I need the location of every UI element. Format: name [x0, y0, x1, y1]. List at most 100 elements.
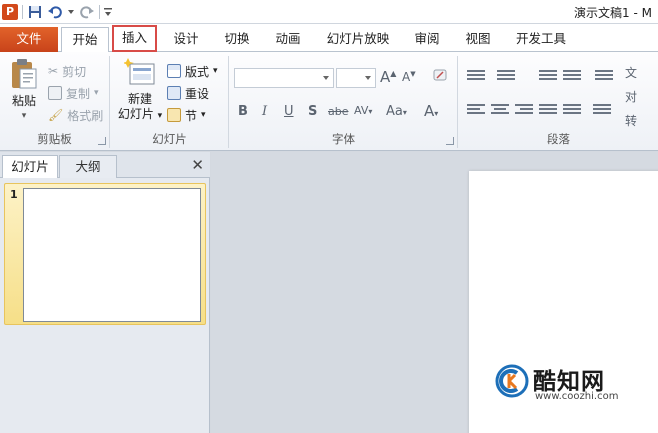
align-right-icon[interactable]: [515, 104, 533, 118]
reset-icon: [167, 86, 181, 100]
reset-label: 重设: [185, 86, 210, 101]
slides-pane-tabs: 幻灯片 大纲 ✕: [0, 152, 210, 178]
ribbon: 粘贴 ▾ ✂ 剪切 复制 ▾ 🖌 格式刷 剪贴板 新建 幻灯片 ▾ 版式 ▾ 重…: [0, 52, 658, 151]
slide-thumbnail-selected[interactable]: 1: [4, 183, 206, 325]
layout-button[interactable]: 版式 ▾: [167, 62, 218, 80]
customize-qat-icon[interactable]: [104, 4, 112, 20]
tab-view[interactable]: 视图: [456, 27, 500, 52]
cut-button[interactable]: ✂ 剪切: [48, 62, 86, 80]
font-family-combo[interactable]: [234, 68, 334, 88]
numbering-icon[interactable]: [497, 70, 515, 84]
document-title: 演示文稿1 - M: [574, 6, 652, 20]
decrease-indent-icon[interactable]: [539, 70, 557, 84]
align-center-icon[interactable]: [491, 104, 509, 118]
new-slide-label-1: 新建: [127, 92, 152, 106]
coozhi-logo-icon: [495, 364, 529, 398]
distributed-icon[interactable]: [563, 104, 581, 118]
bullets-icon[interactable]: [467, 70, 485, 84]
copy-label: 复制: [66, 86, 91, 101]
watermark: 酷知网 www.coozhi.com: [495, 360, 655, 410]
save-icon[interactable]: [27, 4, 43, 20]
font-launcher-icon[interactable]: [446, 137, 454, 145]
new-slide-label-2: 幻灯片 ▾: [117, 107, 163, 121]
text-direction-button[interactable]: 文: [625, 64, 637, 81]
tab-insert[interactable]: 插入: [112, 25, 157, 52]
chevron-down-icon: [365, 76, 371, 80]
layout-icon: [167, 64, 181, 78]
tab-design[interactable]: 设计: [164, 27, 208, 52]
scissors-icon: ✂: [48, 64, 59, 78]
slides-pane: 幻灯片 大纲 ✕ 1: [0, 152, 210, 433]
section-icon: [167, 108, 181, 122]
ribbon-tabs: 文件 开始 插入 设计 切换 动画 幻灯片放映 审阅 视图 开发工具: [0, 24, 658, 53]
title-bar: P 演示文稿1 - M: [0, 0, 658, 24]
quick-access-toolbar: P: [2, 2, 112, 22]
align-left-icon[interactable]: [467, 104, 485, 118]
paste-icon: [12, 59, 37, 89]
cut-label: 剪切: [62, 64, 87, 79]
layout-label: 版式: [185, 64, 210, 79]
tab-home[interactable]: 开始: [61, 27, 109, 53]
paste-dropdown-icon[interactable]: ▾: [6, 109, 42, 124]
format-painter-label: 格式刷: [67, 108, 104, 123]
group-paragraph: 文 对 转 段落: [459, 56, 658, 148]
tab-outline[interactable]: 大纲: [59, 155, 117, 178]
chevron-down-icon: [323, 76, 329, 80]
group-font: A▲ A▼ B I U S abe AV▾ Aa▾ A▾ 字体: [230, 56, 458, 148]
new-slide-button[interactable]: 新建 幻灯片 ▾: [115, 58, 165, 124]
change-case-button[interactable]: Aa▾: [386, 104, 407, 119]
tab-slideshow[interactable]: 幻灯片放映: [318, 27, 398, 52]
shadow-button[interactable]: S: [308, 104, 317, 119]
reset-button[interactable]: 重设: [167, 84, 209, 102]
shrink-font-button[interactable]: A▼: [402, 70, 416, 84]
tab-review[interactable]: 审阅: [405, 27, 449, 52]
font-size-combo[interactable]: [336, 68, 376, 88]
group-slides: 新建 幻灯片 ▾ 版式 ▾ 重设 节 ▾ 幻灯片: [111, 56, 229, 148]
new-slide-icon: [122, 58, 155, 85]
copy-dropdown-icon[interactable]: ▾: [94, 88, 99, 98]
clipboard-launcher-icon[interactable]: [98, 137, 106, 145]
paragraph-group-label: 段落: [547, 132, 570, 146]
paste-label: 粘贴: [11, 94, 36, 108]
bold-button[interactable]: B: [238, 104, 248, 119]
convert-smartart-button[interactable]: 转: [625, 112, 637, 129]
align-text-button[interactable]: 对: [625, 88, 637, 105]
section-dropdown-icon[interactable]: ▾: [201, 110, 206, 120]
format-painter-button[interactable]: 🖌 格式刷: [48, 106, 103, 124]
clear-format-icon[interactable]: [432, 68, 450, 88]
italic-button[interactable]: I: [262, 104, 267, 119]
slide-thumbnail[interactable]: [23, 188, 201, 322]
close-icon[interactable]: ✕: [191, 156, 204, 174]
section-label: 节: [185, 108, 198, 123]
justify-icon[interactable]: [539, 104, 557, 118]
paste-button[interactable]: 粘贴 ▾: [6, 58, 42, 124]
tab-animations[interactable]: 动画: [266, 27, 310, 52]
qat-separator: [99, 5, 100, 19]
undo-icon[interactable]: [47, 4, 63, 20]
section-button[interactable]: 节 ▾: [167, 106, 206, 124]
copy-icon: [48, 86, 62, 100]
increase-indent-icon[interactable]: [563, 70, 581, 84]
strikethrough-button[interactable]: abe: [328, 105, 349, 118]
columns-icon[interactable]: [593, 104, 611, 118]
char-spacing-button[interactable]: AV▾: [354, 104, 372, 117]
line-spacing-icon[interactable]: [595, 70, 613, 84]
undo-dropdown-icon[interactable]: [67, 4, 75, 20]
watermark-url: www.coozhi.com: [535, 391, 619, 402]
tab-file[interactable]: 文件: [0, 27, 58, 52]
layout-dropdown-icon[interactable]: ▾: [213, 66, 218, 76]
tab-transitions[interactable]: 切换: [215, 27, 259, 52]
grow-font-button[interactable]: A▲: [380, 68, 396, 86]
redo-icon[interactable]: [79, 4, 95, 20]
slide-number: 1: [10, 188, 18, 201]
slides-group-label: 幻灯片: [152, 132, 187, 146]
qat-separator: [22, 5, 23, 19]
font-color-button[interactable]: A▾: [424, 102, 438, 120]
clipboard-group-label: 剪贴板: [37, 132, 72, 146]
font-group-label: 字体: [332, 132, 355, 146]
powerpoint-app-icon[interactable]: P: [2, 4, 18, 20]
tab-slides-thumbnails[interactable]: 幻灯片: [2, 155, 58, 178]
copy-button[interactable]: 复制 ▾: [48, 84, 99, 102]
tab-developer[interactable]: 开发工具: [508, 27, 574, 52]
underline-button[interactable]: U: [284, 104, 294, 119]
